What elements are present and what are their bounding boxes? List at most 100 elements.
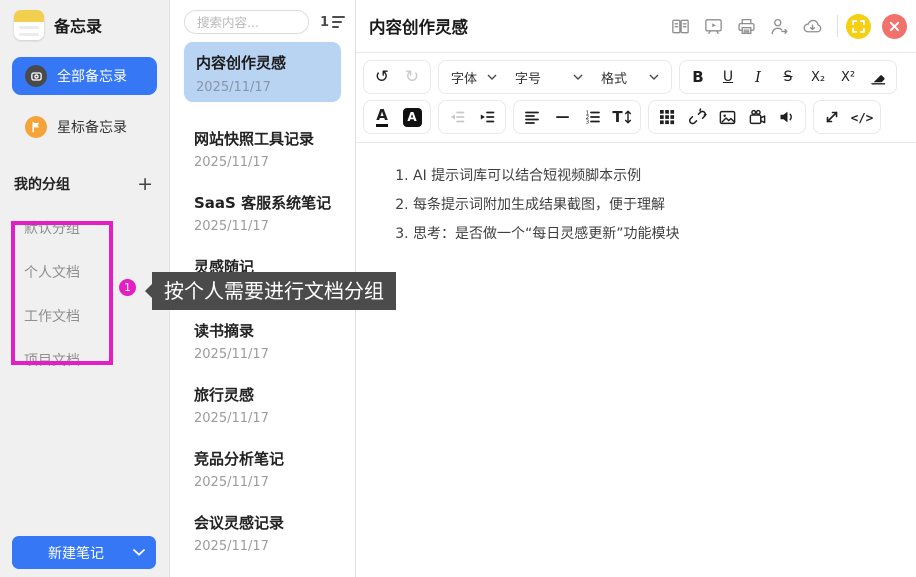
- italic-button[interactable]: I: [743, 62, 773, 92]
- search-input[interactable]: [184, 10, 309, 34]
- groups-title: 我的分组: [14, 174, 70, 194]
- history-group: ↺ ↻: [363, 60, 431, 94]
- note-title: 旅行灵感: [194, 384, 347, 405]
- redo-icon[interactable]: ↻: [397, 62, 427, 92]
- note-title: 会议灵感记录: [194, 512, 347, 533]
- note-date: 2025/11/17: [194, 347, 347, 362]
- sidebar-nav: 全部备忘录 星标备忘录: [0, 57, 169, 146]
- font-size-dropdown[interactable]: 字号: [506, 62, 592, 92]
- flag-icon: [25, 116, 47, 138]
- line-height-label: T: [612, 108, 622, 126]
- note-date: 2025/11/17: [194, 539, 347, 554]
- note-item[interactable]: 会议灵感记录 2025/11/17: [170, 498, 355, 562]
- note-item[interactable]: 竞品分析笔记 2025/11/17: [170, 434, 355, 498]
- editor-header: 内容创作灵感: [356, 0, 916, 53]
- toolbar-row-1: ↺ ↻ 字体 字号 格式: [363, 60, 916, 94]
- paragraph-group: — 1 2 3 T: [513, 100, 641, 134]
- insert-group: [648, 100, 806, 134]
- group-item-default[interactable]: 默认分组: [24, 218, 169, 238]
- new-note-label: 新建笔记: [12, 543, 122, 563]
- note-title: 竞品分析笔记: [194, 448, 347, 469]
- app-title: 备忘录: [54, 13, 102, 37]
- list-item[interactable]: 思考：是否做一个“每日灵感更新”功能模块: [413, 227, 886, 242]
- color-group: A A: [363, 100, 431, 134]
- video-camera-icon[interactable]: [742, 102, 772, 132]
- line-height-button[interactable]: T: [607, 102, 637, 132]
- search-row: 1: [170, 0, 355, 34]
- sort-icon[interactable]: 1: [320, 15, 345, 30]
- horizontal-rule-button[interactable]: —: [547, 102, 577, 132]
- table-grid-icon[interactable]: [652, 102, 682, 132]
- share-user-icon[interactable]: [763, 11, 796, 41]
- screenshot-button[interactable]: [846, 14, 871, 39]
- editor-content-area[interactable]: AI 提示词库可以结合短视频脚本示例 每条提示词附加生成结果截图，便于理解 思考…: [356, 143, 916, 566]
- add-group-button[interactable]: +: [137, 175, 153, 194]
- note-date: 2025/11/17: [194, 219, 347, 234]
- note-date: 2025/11/17: [194, 475, 347, 490]
- text-color-button[interactable]: A: [367, 102, 397, 132]
- groups-header: 我的分组 +: [14, 174, 153, 194]
- editor-title: 内容创作灵感: [369, 14, 664, 38]
- subscript-button[interactable]: X₂: [803, 62, 833, 92]
- chevron-down-icon[interactable]: [122, 549, 156, 556]
- list-item[interactable]: AI 提示词库可以结合短视频脚本示例: [413, 169, 886, 184]
- book-icon[interactable]: [664, 11, 697, 41]
- note-date: 2025/11/17: [194, 155, 347, 170]
- group-item-personal[interactable]: 个人文档: [24, 262, 169, 282]
- nav-all-memos[interactable]: 全部备忘录: [12, 57, 157, 95]
- image-icon[interactable]: [712, 102, 742, 132]
- note-title: 内容创作灵感: [196, 52, 329, 73]
- strikethrough-button[interactable]: S: [773, 62, 803, 92]
- outdent-icon[interactable]: [442, 102, 472, 132]
- notepad-logo-icon: [14, 10, 44, 40]
- new-note-button[interactable]: 新建笔记: [12, 536, 156, 569]
- format-dropdown[interactable]: 格式: [592, 62, 668, 92]
- highlight-color-button[interactable]: A: [397, 102, 427, 132]
- sort-number: 1: [320, 15, 329, 30]
- note-title: SaaS 客服系统笔记: [194, 192, 347, 213]
- underline-button[interactable]: U: [713, 62, 743, 92]
- annotation-step-badge: 1: [119, 279, 136, 296]
- note-date: 2025/11/17: [194, 411, 347, 426]
- chevron-down-icon: [649, 74, 659, 80]
- nav-label: 全部备忘录: [57, 66, 127, 86]
- note-item[interactable]: 网站快照工具记录 2025/11/17: [170, 114, 355, 178]
- chevron-down-icon: [573, 74, 583, 80]
- unlink-icon[interactable]: [682, 102, 712, 132]
- font-group: 字体 字号 格式: [438, 60, 672, 94]
- indent-icon[interactable]: [472, 102, 502, 132]
- note-item[interactable]: 旅行灵感 2025/11/17: [170, 370, 355, 434]
- clear-format-eraser-icon[interactable]: [863, 62, 893, 92]
- fullscreen-expand-icon[interactable]: [817, 102, 847, 132]
- code-view-button[interactable]: </>: [847, 102, 877, 132]
- presentation-icon[interactable]: [697, 11, 730, 41]
- audio-speaker-icon[interactable]: [772, 102, 802, 132]
- close-button[interactable]: [882, 14, 907, 39]
- group-item-work[interactable]: 工作文档: [24, 306, 169, 326]
- view-group: </>: [813, 100, 881, 134]
- cloud-download-icon[interactable]: [796, 11, 829, 41]
- note-item[interactable]: SaaS 客服系统笔记 2025/11/17: [170, 178, 355, 242]
- toolbar-row-2: A A: [363, 100, 916, 134]
- printer-icon[interactable]: [730, 11, 763, 41]
- note-item-selected[interactable]: 内容创作灵感 2025/11/17: [184, 42, 341, 102]
- format-label: 格式: [601, 68, 627, 87]
- note-date: 2025/11/17: [196, 80, 329, 95]
- memo-badge-icon: [25, 65, 47, 87]
- nav-starred-memos[interactable]: 星标备忘录: [12, 108, 157, 146]
- align-left-icon[interactable]: [517, 102, 547, 132]
- svg-text:3: 3: [586, 120, 590, 126]
- ordered-list-icon[interactable]: 1 2 3: [577, 102, 607, 132]
- header-divider: [837, 15, 838, 37]
- font-family-label: 字体: [451, 68, 477, 87]
- list-item[interactable]: 每条提示词附加生成结果截图，便于理解: [413, 198, 886, 213]
- font-size-label: 字号: [515, 68, 541, 87]
- undo-icon[interactable]: ↺: [367, 62, 397, 92]
- group-item-project[interactable]: 项目文档: [24, 350, 169, 370]
- superscript-button[interactable]: X²: [833, 62, 863, 92]
- note-item[interactable]: 读书摘录 2025/11/17: [170, 306, 355, 370]
- indent-group: [438, 100, 506, 134]
- bold-button[interactable]: B: [683, 62, 713, 92]
- font-family-dropdown[interactable]: 字体: [442, 62, 506, 92]
- note-title: 读书摘录: [194, 320, 347, 341]
